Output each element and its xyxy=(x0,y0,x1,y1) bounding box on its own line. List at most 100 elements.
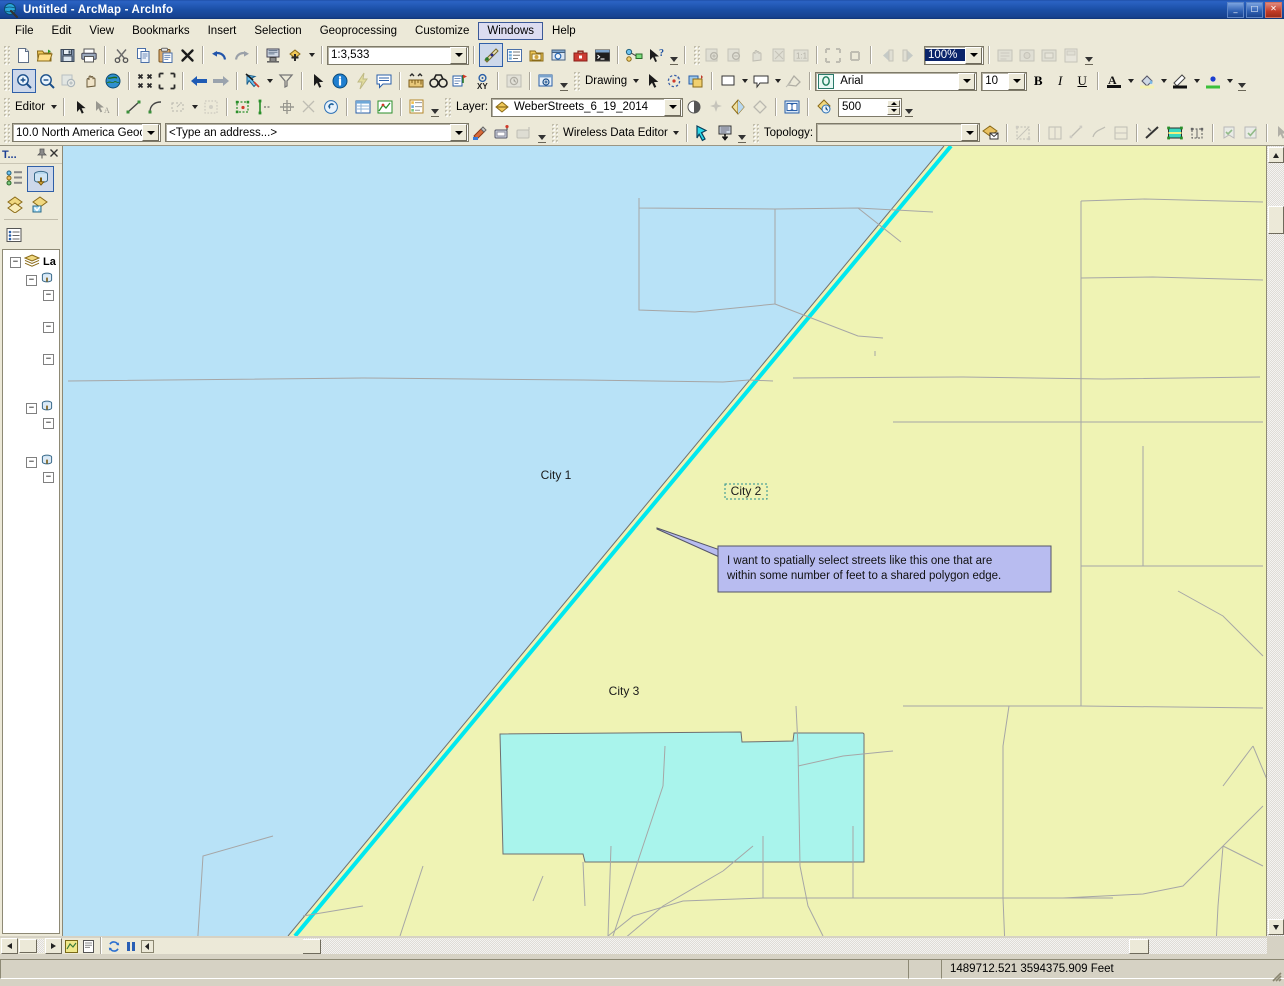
fixed-zoom-in-icon[interactable] xyxy=(58,70,80,92)
map-data-view[interactable]: City 1 City 2 City 3 I want to spatially… xyxy=(63,146,1284,936)
active-layer-dropdown-button[interactable] xyxy=(664,98,682,116)
align-edge-icon[interactable] xyxy=(1110,122,1132,144)
toc-scroll-track[interactable] xyxy=(19,939,44,953)
whats-this-help-icon[interactable]: ? xyxy=(645,44,667,66)
draw-font-combo[interactable]: Arial xyxy=(815,71,978,91)
topology-edit-tool-icon[interactable] xyxy=(1012,122,1034,144)
toc-node-layer-5[interactable]: − xyxy=(43,472,54,483)
arctoolbox-icon[interactable] xyxy=(569,44,591,66)
new-rectangle-dropdown[interactable] xyxy=(739,70,750,92)
time-enabled-icon[interactable] xyxy=(813,96,835,118)
fill-color-icon[interactable] xyxy=(1136,70,1158,92)
measure-ruler-icon[interactable] xyxy=(405,70,427,92)
pin-icon[interactable] xyxy=(36,148,48,162)
transparency-icon[interactable] xyxy=(683,96,705,118)
tree-toggle[interactable]: − xyxy=(26,456,37,468)
bold-button[interactable]: B xyxy=(1027,70,1049,92)
add-data-dropdown[interactable] xyxy=(306,44,317,66)
trace-icon[interactable] xyxy=(200,96,222,118)
catalog-icon[interactable] xyxy=(525,44,547,66)
buffer-spinner-buttons[interactable] xyxy=(887,99,901,115)
print-icon[interactable] xyxy=(78,44,100,66)
toolbar-overflow-button[interactable] xyxy=(536,123,547,143)
new-callout-icon[interactable] xyxy=(750,70,772,92)
horizontal-scroll-thumb-2[interactable] xyxy=(1129,939,1149,954)
wireless-data-editor-menu-label[interactable]: Wireless Data Editor xyxy=(560,127,671,139)
cut-polygons-icon[interactable] xyxy=(298,96,320,118)
menu-customize[interactable]: Customize xyxy=(406,22,478,40)
refresh-icon[interactable] xyxy=(105,939,122,954)
layout-zoom-dropdown-button[interactable] xyxy=(965,46,982,64)
toolbar-grip[interactable] xyxy=(551,122,558,143)
layout-view-icon[interactable] xyxy=(80,939,97,954)
fill-color-dropdown[interactable] xyxy=(1158,70,1169,92)
drawing-menu-dropdown[interactable] xyxy=(630,70,641,92)
tree-toggle[interactable]: − xyxy=(10,256,21,268)
tree-toggle[interactable]: − xyxy=(43,322,54,333)
toolbar-grip[interactable] xyxy=(3,122,10,143)
tree-toggle[interactable]: − xyxy=(43,418,54,429)
reshape-edge-icon[interactable] xyxy=(1088,122,1110,144)
edit-vertices-icon[interactable] xyxy=(783,70,805,92)
python-window-icon[interactable] xyxy=(591,44,613,66)
new-callout-dropdown[interactable] xyxy=(772,70,783,92)
rotate-icon[interactable] xyxy=(663,70,685,92)
edit-tool-arrow-icon[interactable] xyxy=(69,96,91,118)
address-input-combo[interactable]: <Type an address...> xyxy=(165,123,469,142)
draw-font-size-combo[interactable]: 10 xyxy=(981,71,1028,91)
font-color-icon[interactable]: A xyxy=(1103,70,1125,92)
drawing-menu-label[interactable]: Drawing xyxy=(582,75,630,87)
toolbar-overflow-button[interactable] xyxy=(558,71,569,91)
show-results-icon[interactable] xyxy=(491,122,513,144)
toc-node-layer-3[interactable]: − xyxy=(43,354,54,365)
toolbar-grip[interactable] xyxy=(3,97,10,117)
zoom-in-icon[interactable] xyxy=(12,69,36,93)
select-polygon-icon[interactable] xyxy=(692,122,714,144)
clear-selection-icon[interactable] xyxy=(275,70,297,92)
map-scale-dropdown-button[interactable] xyxy=(450,46,467,64)
new-document-icon[interactable] xyxy=(12,44,34,66)
list-by-selection-icon[interactable] xyxy=(27,192,52,216)
toc-node-layer-1[interactable]: − xyxy=(43,290,54,301)
previous-extent-icon[interactable] xyxy=(188,70,210,92)
close-button[interactable]: ✕ xyxy=(1265,2,1282,18)
tree-toggle[interactable]: − xyxy=(43,354,54,365)
drawing-order-icon[interactable] xyxy=(685,70,707,92)
menu-file[interactable]: File xyxy=(6,22,43,40)
select-features-icon[interactable] xyxy=(242,70,264,92)
search-icon[interactable] xyxy=(547,44,569,66)
horizontal-scroll-thumb[interactable] xyxy=(301,939,321,954)
marker-color-dropdown[interactable] xyxy=(1224,70,1235,92)
hyperlink-lightning-icon[interactable] xyxy=(351,70,373,92)
toc-node-group-3[interactable]: − xyxy=(26,454,54,470)
add-data-icon[interactable] xyxy=(284,44,306,66)
list-by-visibility-icon[interactable] xyxy=(2,192,27,216)
time-slider-icon[interactable] xyxy=(503,70,525,92)
menu-windows[interactable]: Windows xyxy=(478,21,544,40)
fix-topology-error-icon[interactable] xyxy=(1272,122,1284,144)
split-tool-icon[interactable] xyxy=(254,96,276,118)
line-color-dropdown[interactable] xyxy=(1191,70,1202,92)
draw-font-dropdown-button[interactable] xyxy=(958,72,976,90)
buffer-spinner-down[interactable] xyxy=(887,107,901,115)
minimize-button[interactable]: _ xyxy=(1227,2,1244,18)
paste-icon[interactable] xyxy=(154,44,176,66)
toc-layer-tree[interactable]: − La − − − − − − − − xyxy=(2,249,60,934)
toolbar-grip[interactable] xyxy=(444,97,452,117)
toc-horizontal-scrollbar[interactable] xyxy=(0,938,63,954)
underline-button[interactable]: U xyxy=(1071,70,1093,92)
menu-geoprocessing[interactable]: Geoprocessing xyxy=(311,22,406,40)
toolbar-grip[interactable] xyxy=(3,71,10,91)
active-layer-combo[interactable]: WeberStreets_6_19_2014 xyxy=(491,97,684,117)
wireless-menu-dropdown[interactable] xyxy=(671,122,682,144)
catalog-window-icon[interactable] xyxy=(262,44,284,66)
previous-view-icon[interactable] xyxy=(139,939,156,954)
select-elements-arrow-icon[interactable] xyxy=(307,70,329,92)
zoom-out-icon[interactable] xyxy=(36,70,58,92)
planarize-lines-icon[interactable] xyxy=(1164,122,1186,144)
download-data-icon[interactable] xyxy=(714,122,736,144)
rotate-tool-icon[interactable] xyxy=(276,96,298,118)
next-extent-icon[interactable] xyxy=(210,70,232,92)
layout-zoom-combo[interactable]: 100% xyxy=(924,45,984,65)
open-folder-icon[interactable] xyxy=(34,44,56,66)
